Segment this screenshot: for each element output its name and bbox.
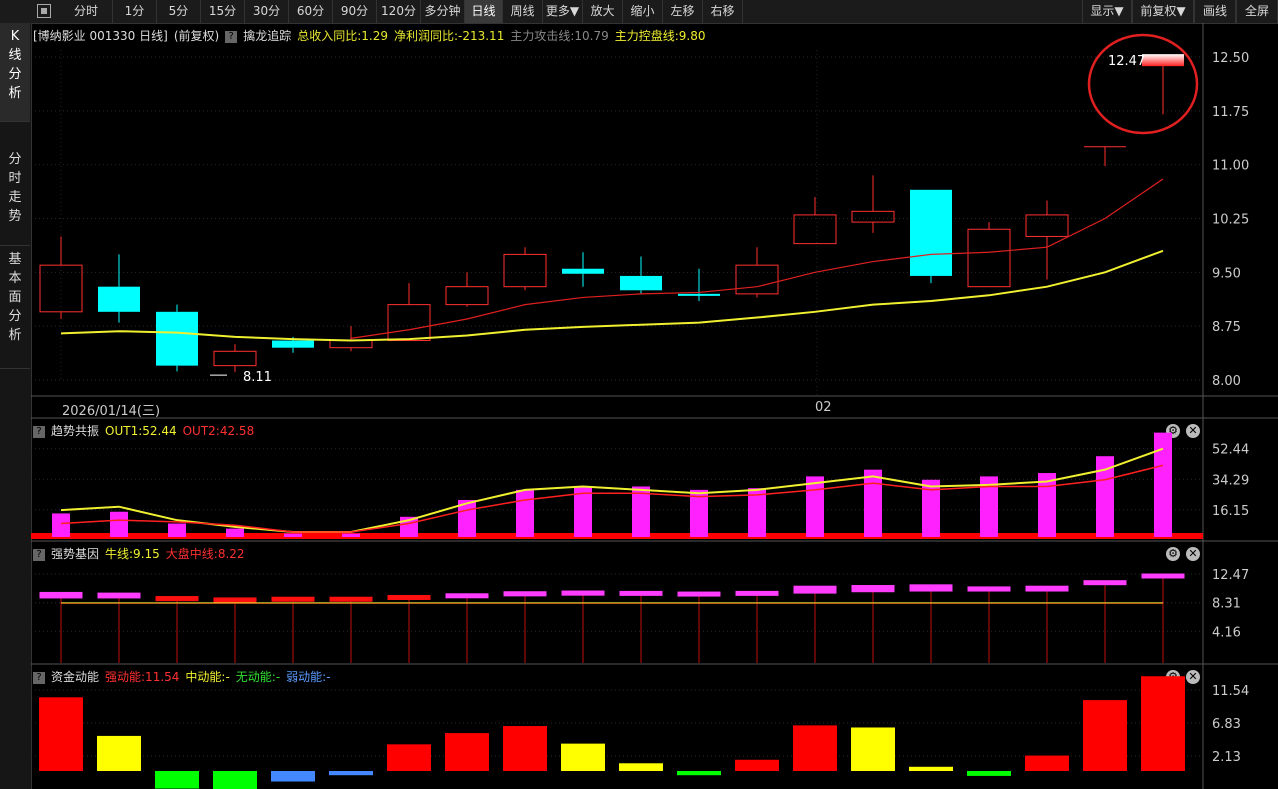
trend-tick: 34.29 [1212,473,1249,488]
trend-baseline [31,533,1203,539]
candle-body [678,293,720,296]
energy-bar [677,771,721,776]
low-price-label: 8.11 [243,370,272,385]
candle-body [387,304,431,342]
gene-bar [213,597,257,603]
energy-tick: 2.13 [1212,750,1241,765]
trend-bar [284,533,302,537]
candle-body [503,253,547,288]
trend-bar [168,523,186,537]
gene-bar [155,596,199,602]
energy-bar [1025,755,1069,771]
energy-bar [445,733,489,771]
energy-bar [387,744,431,771]
gene-bar [561,590,605,596]
candle-body [213,350,257,367]
gene-bar [851,585,895,593]
trend-bar [1154,432,1172,537]
energy-bar [213,771,257,789]
candle-body [329,340,373,349]
energy-bar [1083,700,1127,771]
gene-bar [271,596,315,602]
high-candle [1142,54,1184,67]
candle-body [793,214,837,245]
gene-bar [1083,580,1127,586]
high-price-label: 12.47 [1108,54,1145,69]
candle-body [620,275,662,291]
gene-tick: 8.31 [1212,597,1241,612]
trend-tick: 16.15 [1212,504,1249,519]
gene-bar [97,592,141,599]
price-tick: 12.50 [1212,51,1249,66]
candle-body [98,286,140,312]
energy-bar [735,759,779,771]
price-tick: 9.50 [1212,266,1241,281]
candle-body [967,228,1011,288]
gene-bar [445,593,489,599]
trend-bar [342,533,360,537]
trend-bar [226,528,244,537]
gene-bar [329,596,373,602]
gene-bar [677,591,721,597]
energy-bar [561,743,605,771]
gene-bar [387,595,431,601]
energy-tick: 6.83 [1212,717,1241,732]
highlight-circle [1087,33,1199,135]
trend-bar [864,469,882,537]
candle-body [910,189,952,276]
candle-body [445,286,489,306]
trend-bar [922,479,940,537]
gene-bar [1141,573,1185,579]
energy-bar [909,766,953,771]
energy-bar [851,727,895,771]
gene-bar [39,591,83,599]
energy-bar [39,697,83,771]
energy-bar [503,726,547,771]
gene-tick: 4.16 [1212,625,1241,640]
gene-bar [909,584,953,592]
energy-bar [329,771,373,776]
gene-bar [503,591,547,597]
trend-bar [516,489,534,537]
candle-body [851,210,895,223]
price-tick: 8.75 [1212,320,1241,335]
energy-bar [155,771,199,789]
gene-bar [735,590,779,596]
gene-bar [619,590,663,596]
kline-chart[interactable]: 12.50 11.75 11.00 10.25 9.50 8.75 8.00 8.11 12.4… [0,0,1278,789]
gene-bar [967,586,1011,592]
gene-tick: 12.47 [1212,568,1249,583]
energy-bar [967,771,1011,776]
candle-body [272,340,314,348]
energy-tick: 11.54 [1212,684,1249,699]
trend-bar [110,511,128,537]
candle-body [156,311,198,366]
energy-bar [1141,676,1185,771]
price-tick: 11.00 [1212,159,1249,174]
trend-bar [52,513,70,537]
energy-bar [97,735,141,771]
gene-bar [793,585,837,594]
energy-bar [271,771,315,782]
candle-body [735,264,779,295]
candle-body [562,268,604,274]
trend-bar [806,476,824,537]
trend-tick: 52.44 [1212,443,1249,458]
energy-bar [793,725,837,771]
price-tick: 10.25 [1212,213,1249,228]
gene-bar [1025,585,1069,592]
price-tick: 11.75 [1212,105,1249,120]
price-tick: 8.00 [1212,374,1241,389]
date-label-mid: 02 [815,400,832,415]
date-label-left: 2026/01/14(三) [62,404,161,419]
energy-bar [619,763,663,771]
